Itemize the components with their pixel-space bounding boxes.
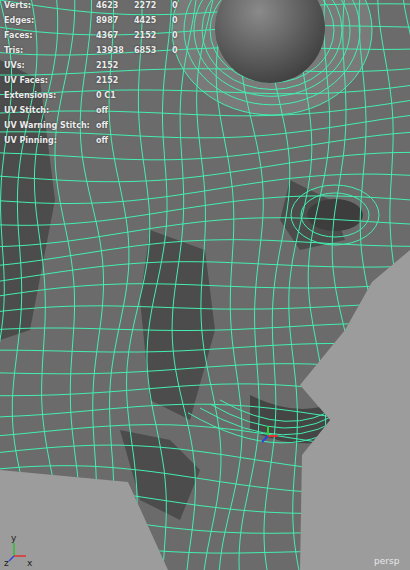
hud-value: 2272	[134, 1, 172, 10]
hud-label: UV Faces:	[4, 76, 96, 85]
hud-label: Edges:	[4, 16, 96, 25]
hud-value: off	[96, 121, 134, 130]
hud-value: 4425	[134, 16, 172, 25]
hud-value: 4367	[96, 31, 134, 40]
hud-value: off	[96, 136, 134, 145]
eyeball[interactable]	[215, 0, 325, 83]
hud-row: Faces: 436721520	[4, 31, 210, 43]
hud-row: Verts: 462322720	[4, 1, 210, 13]
hud-label: UVs:	[4, 61, 96, 70]
hud-value: off	[96, 106, 134, 115]
hud-row: UV Faces: 2152	[4, 76, 210, 88]
axis-y-label: y	[11, 533, 17, 543]
hud-label: Extensions:	[4, 91, 96, 100]
hud-row: UVs: 2152	[4, 61, 210, 73]
hud-value: 2152	[96, 61, 134, 70]
manipulator-icon[interactable]	[262, 426, 278, 442]
hud-label: UV Warning Stitch:	[4, 121, 96, 130]
hud-value: 0	[172, 1, 210, 10]
axis-z-label: z	[4, 558, 9, 568]
hud-row: UV Stitch: off	[4, 106, 210, 118]
axis-icon: z x y	[4, 533, 33, 568]
hud-value: 13938	[96, 46, 134, 55]
axis-x-label: x	[27, 558, 33, 568]
hud-label: Faces:	[4, 31, 96, 40]
hud-value: 0	[172, 31, 210, 40]
camera-label: persp	[374, 556, 400, 566]
hud-row: UV Pinning: off	[4, 136, 210, 148]
heads-up-display: Verts: 462322720Edges: 898744250Faces: 4…	[4, 1, 210, 148]
hud-value: 4623	[96, 1, 134, 10]
hud-value: 0	[172, 46, 210, 55]
hud-label: UV Pinning:	[4, 136, 96, 145]
hud-label: Verts:	[4, 1, 96, 10]
hud-row: UV Warning Stitch: off	[4, 121, 210, 133]
eyelid	[172, 0, 372, 115]
hud-value: 2152	[96, 76, 134, 85]
hud-value: 6853	[134, 46, 172, 55]
hud-row: Extensions: 0 C1	[4, 91, 210, 103]
hud-row: Edges: 898744250	[4, 16, 210, 28]
hud-value: 2152	[134, 31, 172, 40]
hud-label: Tris:	[4, 46, 96, 55]
hud-value: 8987	[96, 16, 134, 25]
hud-value: 0	[172, 16, 210, 25]
shadow-patch	[0, 60, 55, 340]
wireframe	[0, 0, 410, 570]
hud-label: UV Stitch:	[4, 106, 96, 115]
hud-row: Tris: 1393868530	[4, 46, 210, 58]
hud-value: 0 C1	[96, 91, 134, 100]
viewport[interactable]: zxypersp Verts: 462322720Edges: 89874425…	[0, 0, 410, 570]
nostril	[307, 199, 363, 231]
mesh-view[interactable]: z x y persp	[0, 0, 410, 570]
